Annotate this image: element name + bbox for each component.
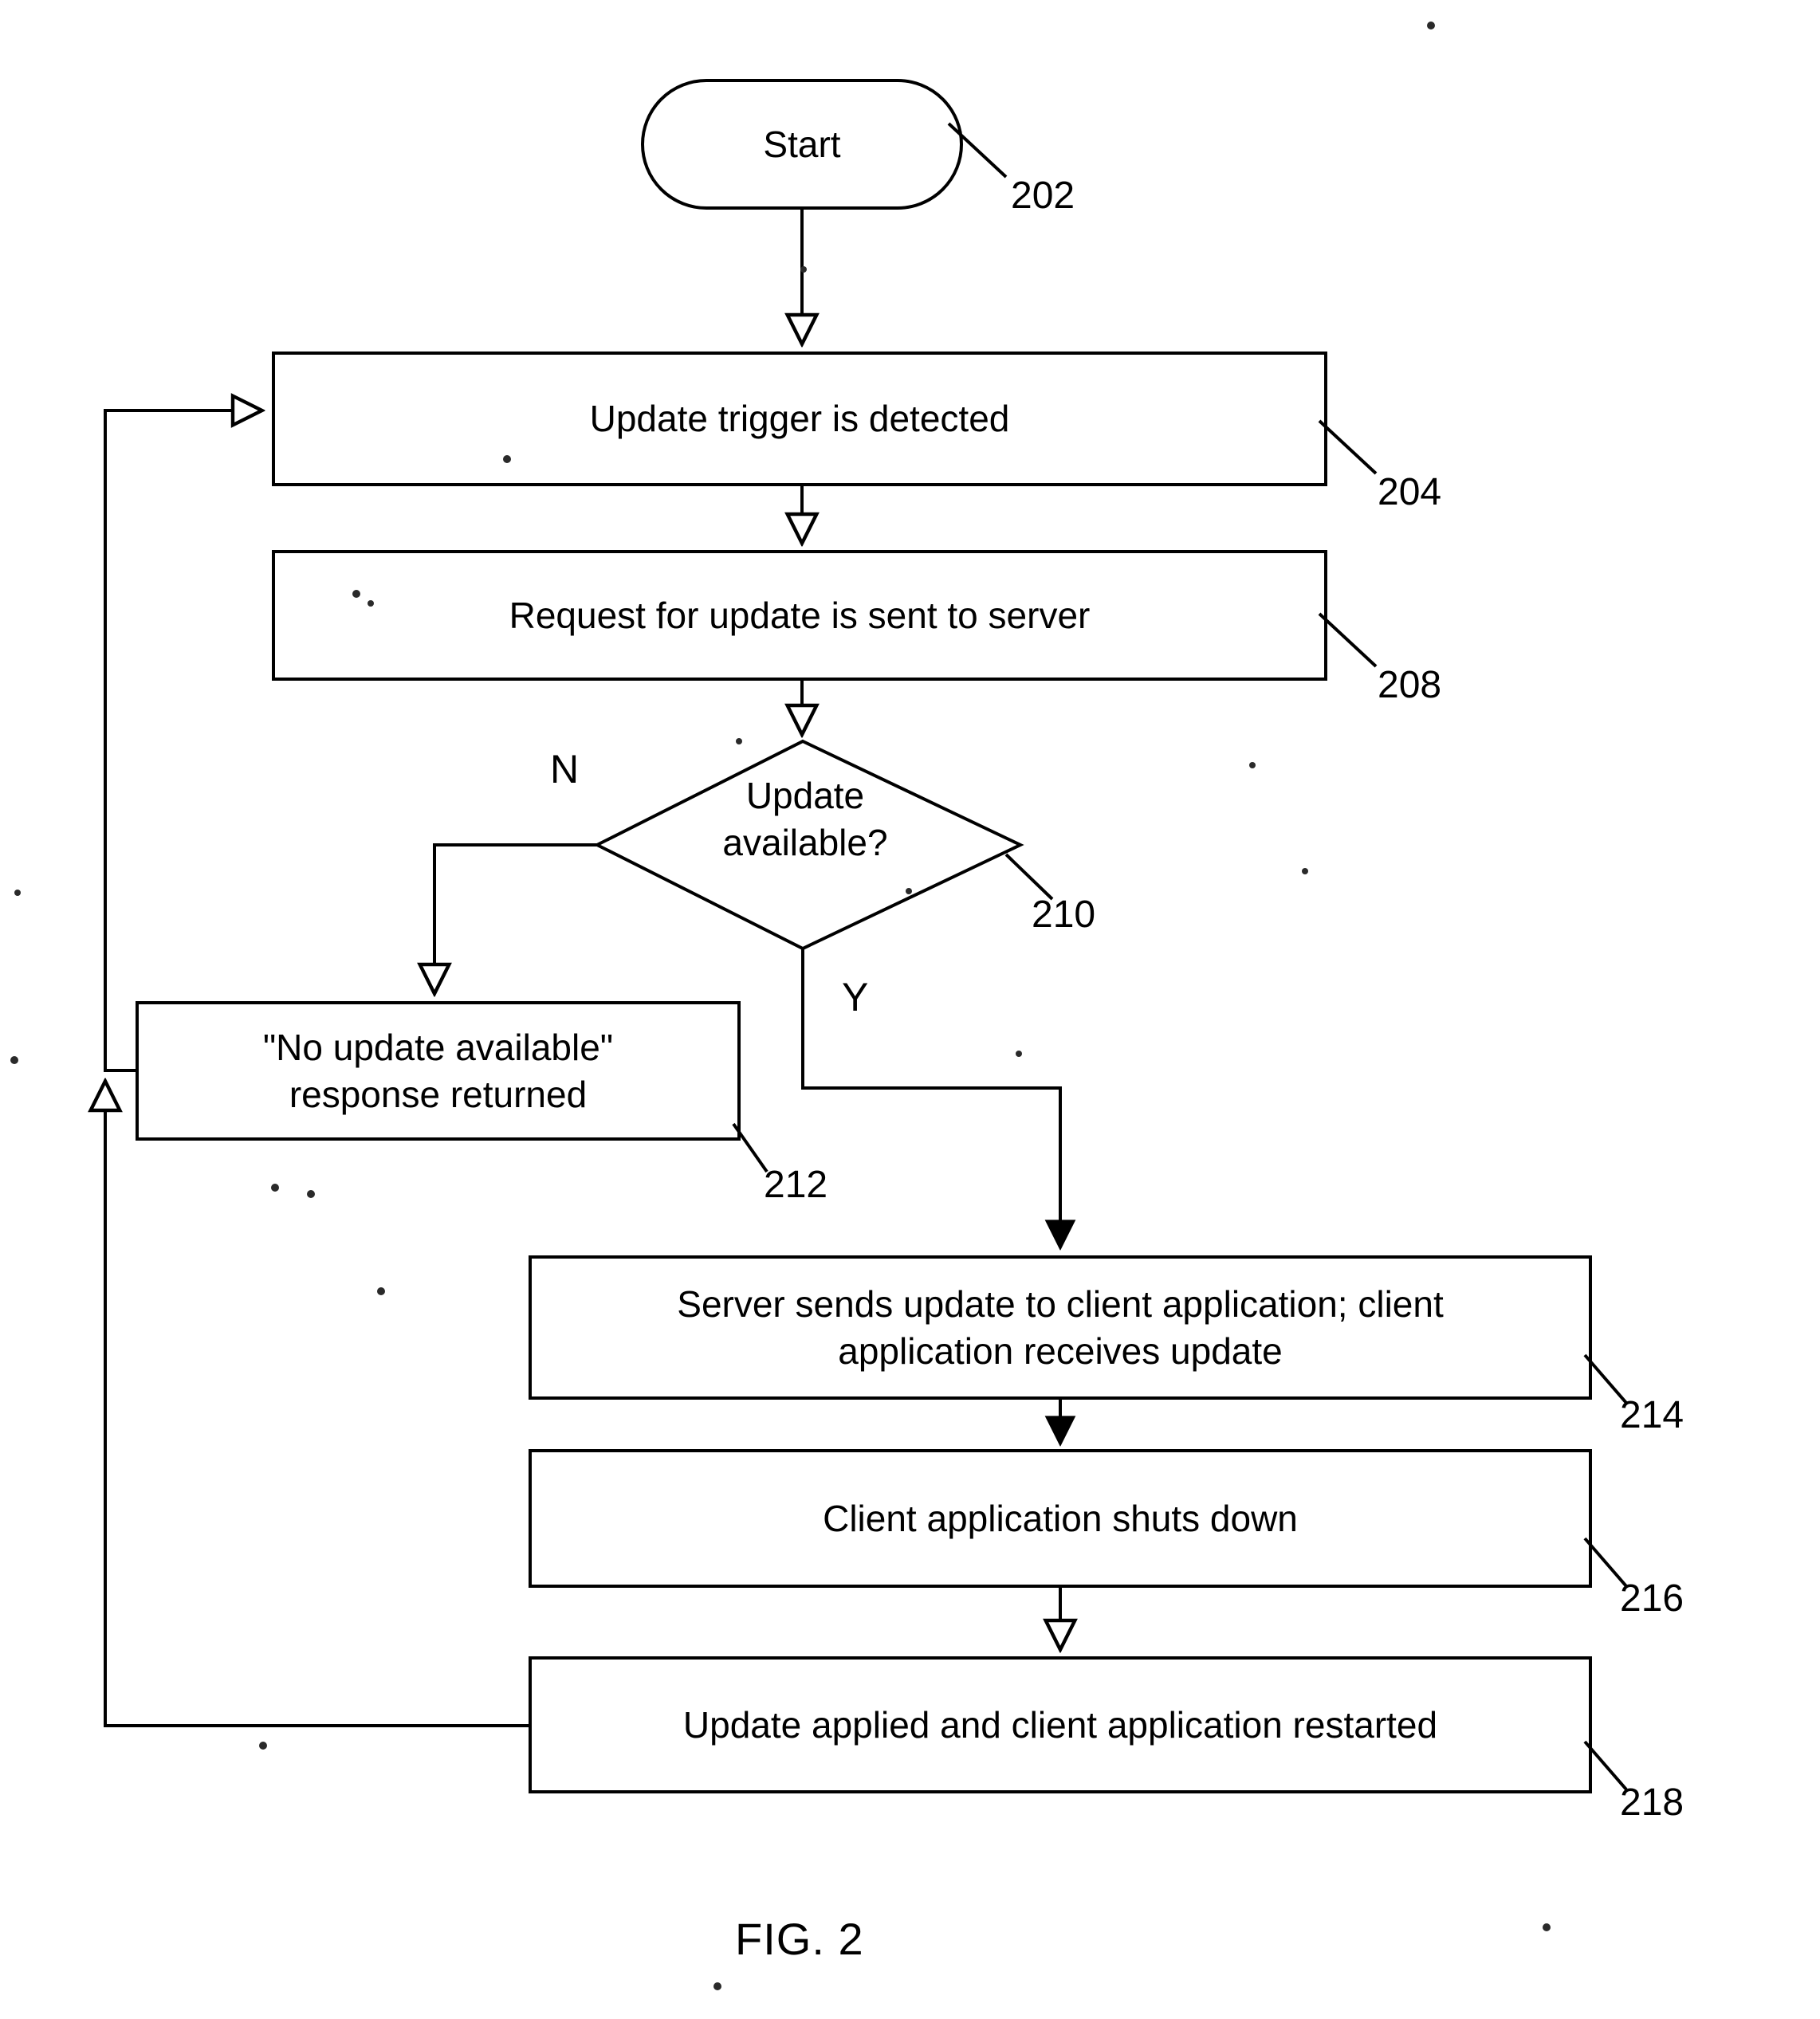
scan-speck	[368, 600, 374, 607]
ref-label-212: 212	[764, 1164, 828, 1206]
scan-speck	[1302, 868, 1308, 874]
node-214	[529, 1255, 1592, 1400]
scan-speck	[352, 590, 360, 598]
ref-label-216: 216	[1620, 1577, 1684, 1620]
ref-label-218: 218	[1620, 1781, 1684, 1824]
scan-speck	[10, 1056, 18, 1064]
scan-speck	[800, 266, 807, 273]
figure-caption: FIG. 2	[735, 1914, 864, 1964]
scan-speck	[14, 890, 21, 896]
scan-speck	[736, 738, 742, 744]
flowchart-canvas	[10, 22, 1628, 1990]
scan-speck	[503, 455, 511, 463]
ref-label-208: 208	[1378, 664, 1442, 706]
ref-label-210: 210	[1032, 894, 1096, 936]
leader-210	[1004, 853, 1054, 901]
scan-speck	[271, 1184, 279, 1192]
leader-212	[732, 1122, 768, 1173]
scan-speck	[1016, 1051, 1022, 1057]
node-216	[529, 1449, 1592, 1588]
ref-label-204: 204	[1378, 471, 1442, 513]
node-212	[136, 1001, 741, 1141]
scan-speck	[1427, 22, 1435, 29]
ref-label-202: 202	[1011, 175, 1075, 217]
leader-208	[1318, 612, 1378, 668]
node-208	[272, 550, 1327, 681]
scan-speck	[377, 1287, 385, 1295]
scan-speck	[713, 1982, 721, 1990]
scan-speck	[1543, 1923, 1551, 1931]
ref-label-214: 214	[1620, 1394, 1684, 1436]
node-210	[593, 739, 1024, 951]
scan-speck	[1249, 762, 1256, 768]
node-204	[272, 352, 1327, 486]
node-start	[641, 79, 963, 210]
scan-speck	[259, 1742, 267, 1750]
leader-204	[1318, 419, 1378, 475]
edge-218-204-feedback	[105, 1084, 530, 1727]
scan-speck	[906, 888, 912, 894]
edge-212-204-feedback	[104, 410, 259, 1072]
edge-210-212-no	[434, 843, 597, 991]
node-218	[529, 1656, 1592, 1793]
branch-label-no: N	[550, 747, 580, 791]
branch-label-yes: Y	[842, 975, 869, 1019]
scan-speck	[307, 1190, 315, 1198]
